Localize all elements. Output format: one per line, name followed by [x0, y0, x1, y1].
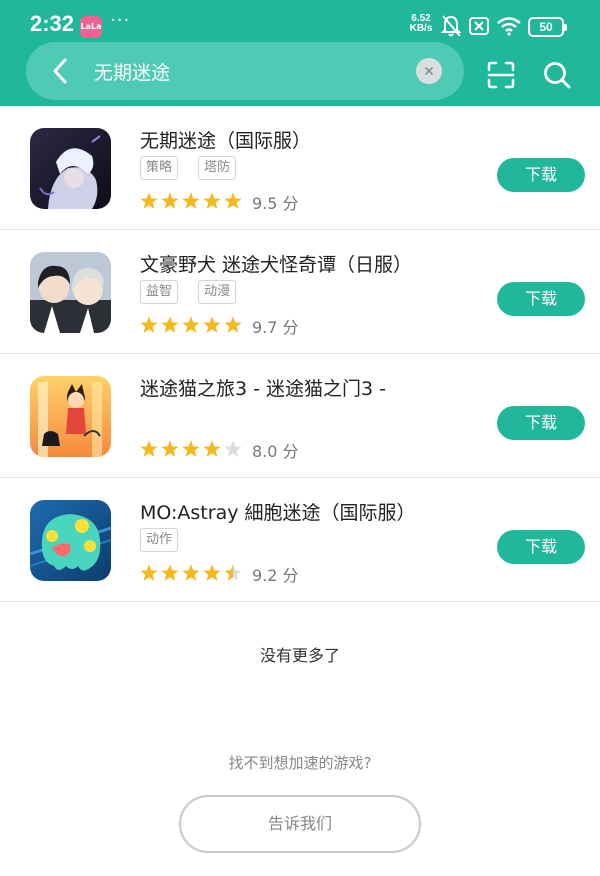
- star-rating-icon: [140, 192, 242, 209]
- clear-search-icon[interactable]: [416, 58, 442, 84]
- star-filled-icon: [182, 316, 200, 333]
- game-result-item[interactable]: MO:Astray 細胞迷途（国际服） 动作 9.2 分 下载: [0, 478, 600, 602]
- game-tags: 策略 塔防: [140, 156, 251, 180]
- star-rating-icon: [140, 564, 242, 581]
- star-filled-icon: [182, 440, 200, 457]
- game-result-item[interactable]: 文豪野犬 迷途犬怪奇谭（日服） 益智 动漫 9.7 分 下载: [0, 230, 600, 354]
- star-filled-icon: [182, 564, 200, 581]
- game-tags: 动作: [140, 528, 193, 552]
- search-bar[interactable]: 无期迷途: [26, 42, 464, 100]
- star-empty-icon: [224, 440, 242, 457]
- battery-icon: 50: [528, 17, 567, 37]
- game-icon: [30, 376, 111, 457]
- star-filled-icon: [140, 192, 158, 209]
- game-result-item[interactable]: 无期迷途（国际服） 策略 塔防 9.5 分 下载: [0, 106, 600, 230]
- status-time: 2:32: [30, 11, 75, 36]
- network-speed-unit: KB/s: [409, 23, 433, 34]
- cannot-find-hint: 找不到想加速的游戏?: [228, 754, 372, 772]
- game-tag: 动作: [140, 528, 179, 552]
- star-filled-icon: [224, 316, 242, 333]
- game-title: 文豪野犬 迷途犬怪奇谭（日服）: [140, 254, 413, 276]
- star-filled-icon: [182, 192, 200, 209]
- no-more-results-text: 没有更多了: [259, 646, 340, 665]
- wifi-icon: [497, 17, 521, 36]
- star-filled-icon: [161, 192, 179, 209]
- status-bar: 2:32 LaLa ··· 6.52 KB/s 50: [0, 0, 600, 40]
- star-filled-icon: [140, 316, 158, 333]
- game-score: 9.7 分: [252, 318, 299, 337]
- game-title: 迷途猫之旅3 - 迷途猫之门3 -: [140, 378, 387, 400]
- star-filled-icon: [161, 440, 179, 457]
- star-rating-icon: [140, 440, 242, 457]
- scan-icon[interactable]: [486, 60, 516, 90]
- game-icon: [30, 500, 111, 581]
- silent-bell-icon: [440, 15, 462, 37]
- star-filled-icon: [161, 564, 179, 581]
- game-title: 无期迷途（国际服）: [140, 130, 312, 152]
- star-filled-icon: [140, 440, 158, 457]
- back-arrow-icon[interactable]: [46, 56, 76, 86]
- download-button[interactable]: 下载: [497, 406, 585, 440]
- network-speed: 6.52 KB/s: [406, 14, 436, 34]
- game-tag: 塔防: [198, 156, 237, 180]
- game-icon: [30, 128, 111, 209]
- download-button[interactable]: 下载: [497, 282, 585, 316]
- tell-us-button[interactable]: 告诉我们: [179, 795, 421, 853]
- search-icon[interactable]: [542, 60, 572, 90]
- star-filled-icon: [203, 192, 221, 209]
- download-button[interactable]: 下载: [497, 530, 585, 564]
- star-filled-icon: [203, 440, 221, 457]
- game-icon: [30, 252, 111, 333]
- game-score: 9.5 分: [252, 194, 299, 213]
- game-score: 8.0 分: [252, 442, 299, 461]
- game-tag: 益智: [140, 280, 179, 304]
- download-button[interactable]: 下载: [497, 158, 585, 192]
- header-bar: 2:32 LaLa ··· 6.52 KB/s 50 无期迷途: [0, 0, 600, 106]
- no-sim-icon: [469, 17, 489, 35]
- star-rating-icon: [140, 316, 242, 333]
- app-notification-icon: LaLa: [80, 16, 102, 38]
- star-filled-icon: [224, 192, 242, 209]
- star-filled-icon: [203, 316, 221, 333]
- star-filled-icon: [203, 564, 221, 581]
- search-input[interactable]: 无期迷途: [94, 58, 170, 85]
- game-tag: 动漫: [198, 280, 237, 304]
- game-tags: 益智 动漫: [140, 280, 251, 304]
- star-filled-icon: [140, 564, 158, 581]
- game-title: MO:Astray 細胞迷途（国际服）: [140, 502, 416, 524]
- game-result-item[interactable]: 迷途猫之旅3 - 迷途猫之门3 - 8.0 分 下载: [0, 354, 600, 478]
- game-tag: 策略: [140, 156, 179, 180]
- star-filled-icon: [161, 316, 179, 333]
- more-notifications-icon: ···: [110, 10, 131, 31]
- game-score: 9.2 分: [252, 566, 299, 585]
